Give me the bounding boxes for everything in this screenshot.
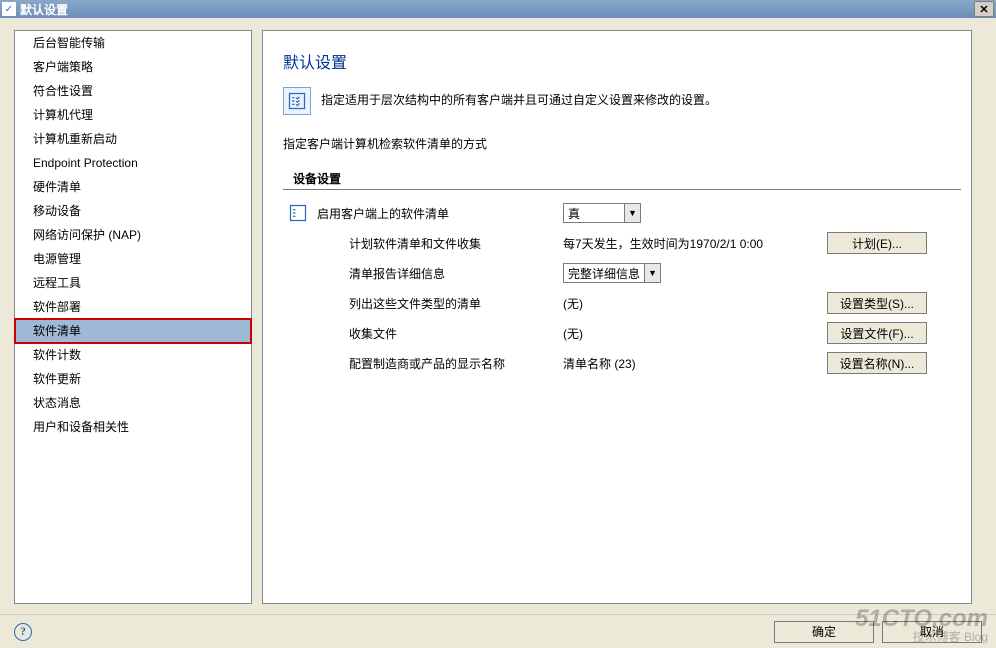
settings-row: 清单报告详细信息完整详细信息▼	[283, 258, 961, 288]
sidebar-item-7[interactable]: 移动设备	[15, 199, 251, 223]
sidebar-item-13[interactable]: 软件计数	[15, 343, 251, 367]
checklist-icon	[283, 87, 311, 115]
sidebar-item-5[interactable]: Endpoint Protection	[15, 151, 251, 175]
setting-label: 计划软件清单和文件收集	[313, 235, 563, 252]
setting-label: 清单报告详细信息	[313, 265, 563, 282]
titlebar: ✓ 默认设置 ✕	[0, 0, 996, 18]
sub-description: 指定客户端计算机检索软件清单的方式	[283, 135, 961, 152]
settings-row: 计划软件清单和文件收集每7天发生，生效时间为1970/2/1 0:00 计划(E)…	[283, 228, 961, 258]
setting-value: 每7天发生，生效时间为1970/2/1 0:00	[563, 235, 793, 252]
section-label: 设备设置	[283, 170, 961, 190]
chevron-down-icon: ▼	[624, 204, 640, 222]
titlebar-left: ✓ 默认设置	[2, 1, 68, 18]
chevron-down-icon: ▼	[644, 264, 660, 282]
setting-label: 收集文件	[313, 325, 563, 342]
settings-row: 列出这些文件类型的清单(无) 设置类型(S)...	[283, 288, 961, 318]
setting-value: 真▼	[563, 203, 793, 223]
bottom-bar: ? 确定 取消	[0, 614, 996, 648]
setting-value: 完整详细信息▼	[563, 263, 793, 283]
sidebar-item-12[interactable]: 软件清单	[15, 319, 251, 343]
setting-action: 计划(E)...	[793, 232, 933, 254]
help-icon[interactable]: ?	[14, 623, 32, 641]
body-area: 后台智能传输客户端策略符合性设置计算机代理计算机重新启动Endpoint Pro…	[0, 18, 996, 614]
settings-table: 启用客户端上的软件清单真▼计划软件清单和文件收集每7天发生，生效时间为1970/…	[283, 198, 961, 378]
page-description: 指定适用于层次结构中的所有客户端并且可通过自定义设置来修改的设置。	[321, 87, 717, 109]
sidebar-item-11[interactable]: 软件部署	[15, 295, 251, 319]
page-title: 默认设置	[283, 49, 961, 73]
setting-button[interactable]: 设置文件(F)...	[827, 322, 927, 344]
content-panel: 默认设置 指定适用于层次结构中的所有客户端并且可通过自定义设置来修改的设置。 指…	[262, 30, 972, 604]
sidebar-item-1[interactable]: 客户端策略	[15, 55, 251, 79]
dropdown-text: 真	[564, 205, 624, 222]
settings-row: 收集文件(无) 设置文件(F)...	[283, 318, 961, 348]
dropdown[interactable]: 完整详细信息▼	[563, 263, 661, 283]
sidebar: 后台智能传输客户端策略符合性设置计算机代理计算机重新启动Endpoint Pro…	[14, 30, 252, 604]
setting-value: 清单名称 (23)	[563, 355, 793, 372]
setting-label: 列出这些文件类型的清单	[313, 295, 563, 312]
dropdown-text: 完整详细信息	[564, 265, 644, 282]
dropdown[interactable]: 真▼	[563, 203, 641, 223]
app-icon: ✓	[2, 2, 16, 16]
setting-value: (无)	[563, 295, 793, 312]
ok-button[interactable]: 确定	[774, 621, 874, 643]
cancel-button[interactable]: 取消	[882, 621, 982, 643]
sidebar-item-9[interactable]: 电源管理	[15, 247, 251, 271]
sidebar-item-8[interactable]: 网络访问保护 (NAP)	[15, 223, 251, 247]
header-row: 指定适用于层次结构中的所有客户端并且可通过自定义设置来修改的设置。	[283, 87, 961, 115]
setting-label: 启用客户端上的软件清单	[313, 205, 563, 222]
sidebar-item-4[interactable]: 计算机重新启动	[15, 127, 251, 151]
sidebar-item-2[interactable]: 符合性设置	[15, 79, 251, 103]
setting-action: 设置类型(S)...	[793, 292, 933, 314]
sidebar-item-3[interactable]: 计算机代理	[15, 103, 251, 127]
settings-row: 配置制造商或产品的显示名称清单名称 (23) 设置名称(N)...	[283, 348, 961, 378]
sidebar-item-14[interactable]: 软件更新	[15, 367, 251, 391]
setting-button[interactable]: 设置名称(N)...	[827, 352, 927, 374]
sidebar-item-15[interactable]: 状态消息	[15, 391, 251, 415]
close-button[interactable]: ✕	[974, 1, 994, 17]
settings-row: 启用客户端上的软件清单真▼	[283, 198, 961, 228]
sidebar-item-0[interactable]: 后台智能传输	[15, 31, 251, 55]
sidebar-item-16[interactable]: 用户和设备相关性	[15, 415, 251, 439]
window-title: 默认设置	[20, 1, 68, 18]
setting-action: 设置名称(N)...	[793, 352, 933, 374]
setting-label: 配置制造商或产品的显示名称	[313, 355, 563, 372]
setting-button[interactable]: 设置类型(S)...	[827, 292, 927, 314]
setting-value: (无)	[563, 325, 793, 342]
setting-action: 设置文件(F)...	[793, 322, 933, 344]
sidebar-item-10[interactable]: 远程工具	[15, 271, 251, 295]
checklist-icon	[283, 203, 313, 223]
sidebar-item-6[interactable]: 硬件清单	[15, 175, 251, 199]
setting-button[interactable]: 计划(E)...	[827, 232, 927, 254]
